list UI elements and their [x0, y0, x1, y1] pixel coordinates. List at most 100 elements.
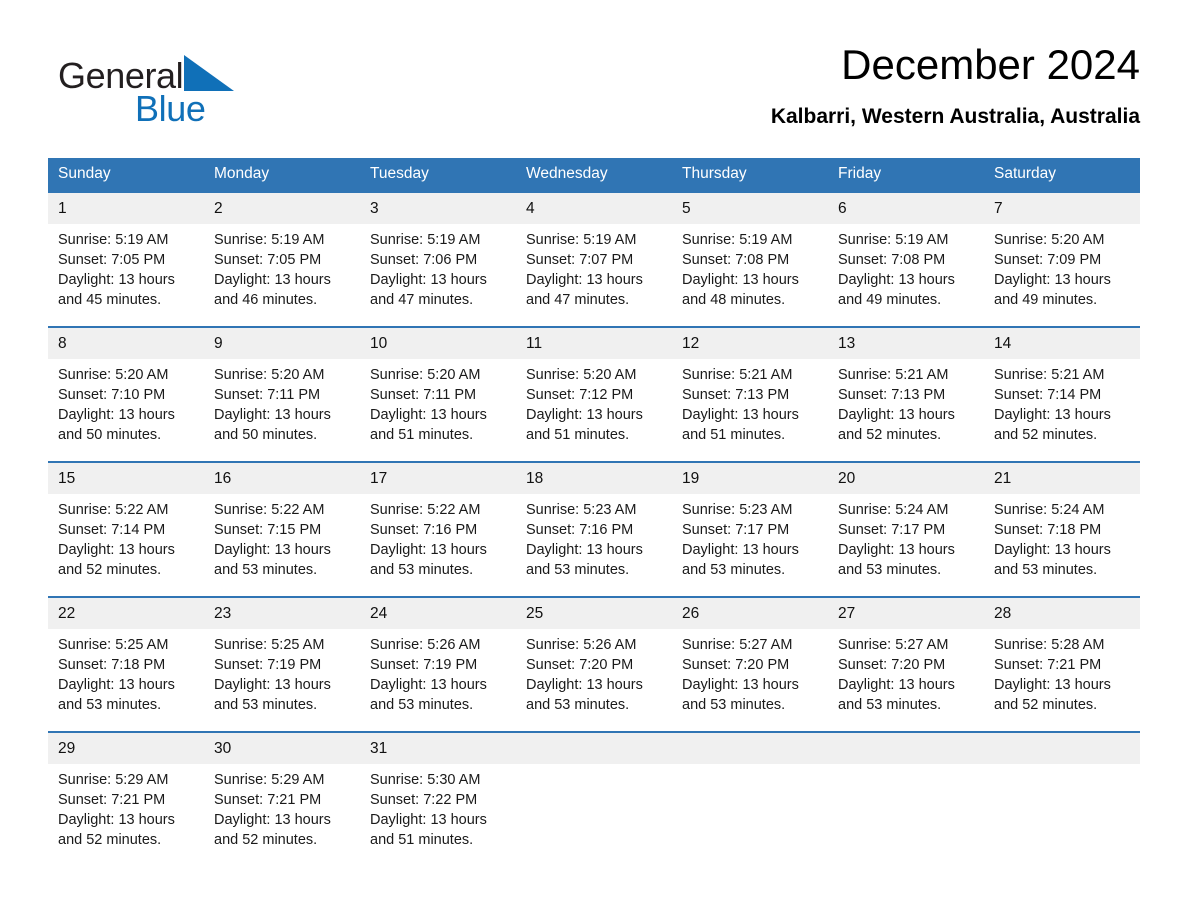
daylight-text-line1: Daylight: 13 hours [526, 272, 643, 288]
calendar-week-row: 22 Sunrise: 5:25 AM Sunset: 7:18 PM Dayligh… [48, 596, 1140, 732]
daylight-text-line1: Daylight: 13 hours [682, 542, 799, 558]
calendar-day-cell[interactable]: 22 Sunrise: 5:25 AM Sunset: 7:18 PM Dayligh… [48, 596, 204, 732]
sunset-text: Sunset: 7:19 PM [370, 657, 478, 673]
daylight-text-line2: and 52 minutes. [214, 832, 318, 848]
calendar-day-cell[interactable]: 20 Sunrise: 5:24 AM Sunset: 7:17 PM Dayligh… [828, 461, 984, 597]
day-number: 19 [672, 463, 828, 494]
logo-word-general: General [58, 55, 184, 96]
calendar-day-cell[interactable]: 13 Sunrise: 5:21 AM Sunset: 7:13 PM Dayligh… [828, 326, 984, 462]
day-details: Sunrise: 5:20 AM Sunset: 7:09 PM Daylight:… [984, 224, 1140, 310]
calendar-day-cell[interactable]: 6 Sunrise: 5:19 AM Sunset: 7:08 PM Daylight… [828, 191, 984, 327]
daylight-text-line2: and 53 minutes. [838, 697, 942, 713]
daylight-text-line1: Daylight: 13 hours [370, 407, 487, 423]
daylight-text-line1: Daylight: 13 hours [838, 677, 955, 693]
day-number: 11 [516, 328, 672, 359]
calendar-day-cell[interactable]: 5 Sunrise: 5:19 AM Sunset: 7:08 PM Daylight… [672, 191, 828, 327]
calendar-day-cell[interactable]: 10 Sunrise: 5:20 AM Sunset: 7:11 PM Dayligh… [360, 326, 516, 462]
sunset-text: Sunset: 7:17 PM [838, 522, 946, 538]
daylight-text-line1: Daylight: 13 hours [370, 812, 487, 828]
day-number: 30 [204, 733, 360, 764]
weekday-header-tuesday: Tuesday [360, 158, 516, 192]
calendar-day-cell[interactable]: 24 Sunrise: 5:26 AM Sunset: 7:19 PM Dayligh… [360, 596, 516, 732]
calendar-day-cell[interactable]: 14 Sunrise: 5:21 AM Sunset: 7:14 PM Dayligh… [984, 326, 1140, 462]
weekday-header-wednesday: Wednesday [516, 158, 672, 192]
day-number: 17 [360, 463, 516, 494]
calendar-day-cell[interactable]: 4 Sunrise: 5:19 AM Sunset: 7:07 PM Daylight… [516, 191, 672, 327]
sunset-text: Sunset: 7:08 PM [682, 252, 790, 268]
calendar-day-cell[interactable]: 29 Sunrise: 5:29 AM Sunset: 7:21 PM Dayligh… [48, 731, 204, 866]
calendar-day-cell[interactable]: 12 Sunrise: 5:21 AM Sunset: 7:13 PM Dayligh… [672, 326, 828, 462]
calendar-day-cell[interactable]: 17 Sunrise: 5:22 AM Sunset: 7:16 PM Dayligh… [360, 461, 516, 597]
daylight-text-line1: Daylight: 13 hours [58, 812, 175, 828]
sunset-text: Sunset: 7:18 PM [58, 657, 166, 673]
sunset-text: Sunset: 7:21 PM [58, 792, 166, 808]
daylight-text-line2: and 50 minutes. [58, 427, 162, 443]
sunrise-text: Sunrise: 5:27 AM [682, 637, 793, 653]
daylight-text-line2: and 53 minutes. [682, 562, 786, 578]
sunrise-text: Sunrise: 5:22 AM [370, 502, 481, 518]
sunrise-text: Sunrise: 5:20 AM [370, 367, 481, 383]
calendar-day-cell[interactable]: 31 Sunrise: 5:30 AM Sunset: 7:22 PM Dayligh… [360, 731, 516, 866]
daylight-text-line1: Daylight: 13 hours [58, 407, 175, 423]
sunrise-text: Sunrise: 5:26 AM [526, 637, 637, 653]
daylight-text-line1: Daylight: 13 hours [370, 677, 487, 693]
calendar-day-cell[interactable]: 21 Sunrise: 5:24 AM Sunset: 7:18 PM Dayligh… [984, 461, 1140, 597]
day-details: Sunrise: 5:19 AM Sunset: 7:06 PM Daylight:… [360, 224, 516, 310]
page-header: General Blue December 2024 Kalbarri, Wes… [48, 40, 1140, 148]
calendar-day-cell[interactable]: 16 Sunrise: 5:22 AM Sunset: 7:15 PM Dayligh… [204, 461, 360, 597]
sunset-text: Sunset: 7:14 PM [994, 387, 1102, 403]
day-details: Sunrise: 5:19 AM Sunset: 7:05 PM Daylight:… [48, 224, 204, 310]
sunrise-text: Sunrise: 5:22 AM [214, 502, 325, 518]
day-number: 27 [828, 598, 984, 629]
day-details: Sunrise: 5:21 AM Sunset: 7:13 PM Daylight:… [828, 359, 984, 445]
daylight-text-line2: and 49 minutes. [994, 292, 1098, 308]
daylight-text-line2: and 49 minutes. [838, 292, 942, 308]
sunset-text: Sunset: 7:17 PM [682, 522, 790, 538]
sunrise-text: Sunrise: 5:19 AM [838, 232, 949, 248]
day-details: Sunrise: 5:26 AM Sunset: 7:20 PM Daylight:… [516, 629, 672, 715]
calendar-day-cell[interactable]: 3 Sunrise: 5:19 AM Sunset: 7:06 PM Daylight… [360, 191, 516, 327]
calendar-day-cell[interactable]: 1 Sunrise: 5:19 AM Sunset: 7:05 PM Daylight… [48, 191, 204, 327]
weekday-header-monday: Monday [204, 158, 360, 192]
day-number: 7 [984, 193, 1140, 224]
day-number [672, 733, 828, 764]
day-details: Sunrise: 5:22 AM Sunset: 7:15 PM Daylight:… [204, 494, 360, 580]
calendar-day-cell[interactable]: 23 Sunrise: 5:25 AM Sunset: 7:19 PM Dayligh… [204, 596, 360, 732]
daylight-text-line1: Daylight: 13 hours [838, 542, 955, 558]
calendar-day-cell[interactable]: 2 Sunrise: 5:19 AM Sunset: 7:05 PM Daylight… [204, 191, 360, 327]
sunrise-text: Sunrise: 5:29 AM [58, 772, 169, 788]
sunset-text: Sunset: 7:09 PM [994, 252, 1102, 268]
sunset-text: Sunset: 7:08 PM [838, 252, 946, 268]
weekday-header-thursday: Thursday [672, 158, 828, 192]
daylight-text-line2: and 47 minutes. [370, 292, 474, 308]
generalblue-logo[interactable]: General Blue [58, 52, 318, 142]
daylight-text-line1: Daylight: 13 hours [526, 542, 643, 558]
calendar-day-cell-empty [672, 731, 828, 866]
calendar-week-row: 8 Sunrise: 5:20 AM Sunset: 7:10 PM Daylight… [48, 326, 1140, 462]
daylight-text-line2: and 52 minutes. [58, 832, 162, 848]
calendar-day-cell[interactable]: 18 Sunrise: 5:23 AM Sunset: 7:16 PM Dayligh… [516, 461, 672, 597]
calendar-day-cell[interactable]: 11 Sunrise: 5:20 AM Sunset: 7:12 PM Dayligh… [516, 326, 672, 462]
day-number: 22 [48, 598, 204, 629]
sunrise-text: Sunrise: 5:23 AM [526, 502, 637, 518]
daylight-text-line2: and 53 minutes. [526, 562, 630, 578]
calendar-day-cell[interactable]: 7 Sunrise: 5:20 AM Sunset: 7:09 PM Daylight… [984, 191, 1140, 327]
calendar-day-cell-empty [984, 731, 1140, 866]
location-subtitle: Kalbarri, Western Australia, Australia [770, 105, 1140, 128]
calendar-day-cell[interactable]: 27 Sunrise: 5:27 AM Sunset: 7:20 PM Dayligh… [828, 596, 984, 732]
daylight-text-line1: Daylight: 13 hours [526, 407, 643, 423]
calendar-day-cell[interactable]: 25 Sunrise: 5:26 AM Sunset: 7:20 PM Dayligh… [516, 596, 672, 732]
sunrise-text: Sunrise: 5:19 AM [370, 232, 481, 248]
sunset-text: Sunset: 7:18 PM [994, 522, 1102, 538]
calendar-day-cell[interactable]: 15 Sunrise: 5:22 AM Sunset: 7:14 PM Dayligh… [48, 461, 204, 597]
sunset-text: Sunset: 7:21 PM [994, 657, 1102, 673]
calendar-day-cell[interactable]: 30 Sunrise: 5:29 AM Sunset: 7:21 PM Dayligh… [204, 731, 360, 866]
calendar-day-cell[interactable]: 28 Sunrise: 5:28 AM Sunset: 7:21 PM Dayligh… [984, 596, 1140, 732]
daylight-text-line1: Daylight: 13 hours [526, 677, 643, 693]
calendar-day-cell[interactable]: 8 Sunrise: 5:20 AM Sunset: 7:10 PM Daylight… [48, 326, 204, 462]
calendar-day-cell[interactable]: 26 Sunrise: 5:27 AM Sunset: 7:20 PM Dayligh… [672, 596, 828, 732]
daylight-text-line2: and 53 minutes. [526, 697, 630, 713]
calendar-day-cell[interactable]: 19 Sunrise: 5:23 AM Sunset: 7:17 PM Dayligh… [672, 461, 828, 597]
daylight-text-line1: Daylight: 13 hours [994, 407, 1111, 423]
calendar-day-cell[interactable]: 9 Sunrise: 5:20 AM Sunset: 7:11 PM Daylight… [204, 326, 360, 462]
